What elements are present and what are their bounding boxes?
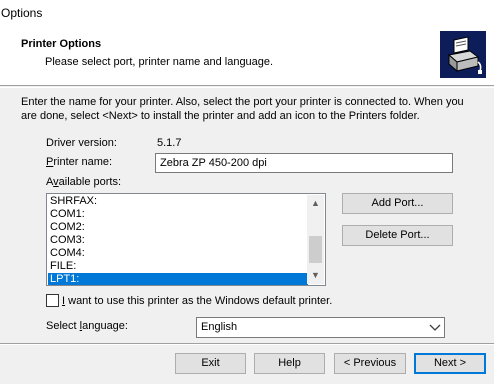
wizard-header: Printer Options Please select port, prin… — [0, 26, 494, 86]
select-language-label: Select language: — [46, 320, 128, 332]
header-title: Printer Options — [21, 38, 102, 50]
driver-version-value: 5.1.7 — [157, 137, 182, 149]
printer-name-label: Printer name: — [46, 156, 113, 168]
ports-scrollbar[interactable]: ▲ ▼ — [307, 195, 324, 284]
printer-setup-icon — [440, 31, 486, 78]
available-ports-list[interactable]: SHRFAX: COM1: COM2: COM3: COM4: FILE: LPT1: ▲ … — [46, 193, 326, 286]
language-select-value: English — [201, 321, 238, 333]
printer-name-input[interactable]: Zebra ZP 450-200 dpi — [155, 153, 453, 173]
available-ports-label: Available ports: — [46, 176, 122, 188]
next-button[interactable]: Next > — [414, 353, 486, 374]
header-subtitle: Please select port, printer name and lan… — [45, 56, 274, 68]
port-list-item[interactable]: SHRFAX: — [48, 195, 308, 208]
title-bar: Options — [0, 0, 494, 26]
port-list-item[interactable]: COM1: — [48, 208, 308, 221]
port-list-item[interactable]: LPT1: — [48, 273, 308, 285]
add-port-button[interactable]: Add Port... — [342, 193, 453, 214]
window-title: Options — [1, 6, 43, 20]
footer-separator-highlight — [0, 344, 494, 345]
scroll-up-arrow-icon[interactable]: ▲ — [307, 195, 324, 212]
scrollbar-thumb[interactable] — [309, 235, 322, 263]
header-separator — [0, 87, 494, 88]
language-select[interactable]: English — [196, 317, 445, 338]
intro-text: Enter the name for your printer. Also, s… — [21, 96, 464, 122]
port-list-item[interactable]: FILE: — [48, 260, 308, 273]
previous-button[interactable]: < Previous — [334, 353, 406, 374]
chevron-down-icon[interactable] — [426, 318, 444, 337]
port-list-item[interactable]: COM2: — [48, 221, 308, 234]
port-list-item[interactable]: COM4: — [48, 247, 308, 260]
driver-version-label: Driver version: — [46, 137, 117, 149]
scroll-down-arrow-icon[interactable]: ▼ — [307, 267, 324, 284]
default-printer-checkbox[interactable] — [46, 294, 59, 307]
port-items: SHRFAX: COM1: COM2: COM3: COM4: FILE: LPT1: — [48, 195, 308, 285]
exit-button[interactable]: Exit — [175, 353, 246, 374]
help-button[interactable]: Help — [254, 353, 325, 374]
delete-port-button[interactable]: Delete Port... — [342, 225, 453, 246]
port-list-item[interactable]: COM3: — [48, 234, 308, 247]
default-printer-label: I want to use this printer as the Window… — [62, 295, 333, 307]
